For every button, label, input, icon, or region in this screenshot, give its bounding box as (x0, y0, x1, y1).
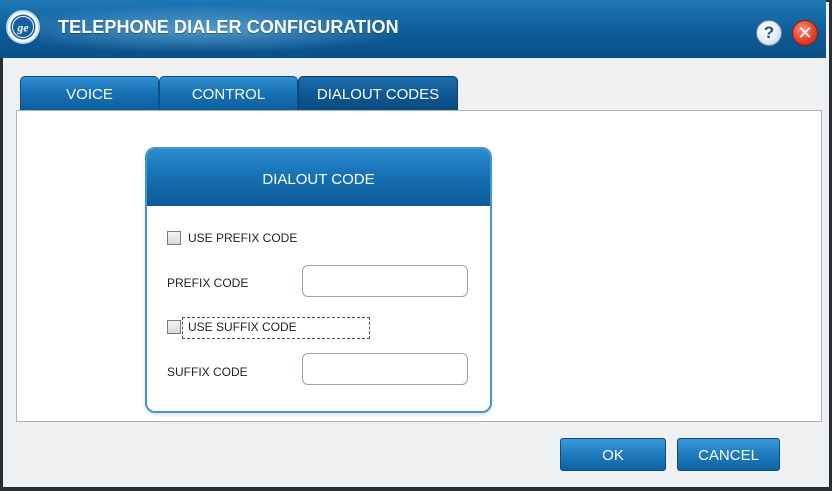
suffix-code-input[interactable] (302, 353, 468, 385)
prefix-code-input[interactable] (302, 265, 468, 297)
prefix-code-label: PREFIX CODE (167, 276, 249, 290)
panel-title: DIALOUT CODE (147, 149, 490, 206)
use-prefix-checkbox[interactable] (167, 231, 181, 245)
tab-dialout-codes[interactable]: DIALOUT CODES (298, 76, 458, 110)
ge-logo-icon: ge (6, 10, 40, 44)
title-bar[interactable]: ge TELEPHONE DIALER CONFIGURATION ? ✕ (0, 0, 826, 58)
use-suffix-label: USE SUFFIX CODE (188, 320, 297, 334)
svg-text:ge: ge (16, 21, 29, 35)
use-prefix-label: USE PREFIX CODE (188, 231, 298, 245)
window-title: TELEPHONE DIALER CONFIGURATION (58, 17, 399, 37)
close-icon[interactable]: ✕ (792, 20, 818, 46)
ok-button[interactable]: OK (560, 438, 666, 471)
use-suffix-checkbox[interactable] (167, 320, 181, 334)
tab-control[interactable]: CONTROL (159, 76, 298, 110)
tab-voice[interactable]: VOICE (20, 76, 159, 110)
help-icon[interactable]: ? (756, 20, 782, 46)
suffix-code-label: SUFFIX CODE (167, 365, 248, 379)
cancel-button[interactable]: CANCEL (677, 438, 780, 471)
